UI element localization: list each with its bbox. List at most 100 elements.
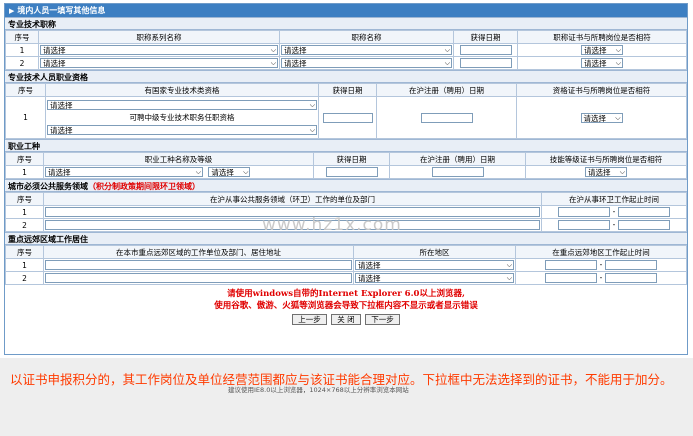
qualification-table: 序号 有国家专业技术类资格 获得日期 在沪注册（聘用）日期 资格证书与所聘岗位是… bbox=[5, 83, 687, 139]
row-number: 1 bbox=[5, 205, 44, 219]
title-series-select[interactable]: 请选择 ⌵ bbox=[40, 45, 278, 55]
title-series-select[interactable]: 请选择 ⌵ bbox=[40, 58, 278, 68]
section-title-public-service: 城市必须公共服务领域（积分制政策期间限环卫领域） bbox=[5, 179, 687, 192]
col-header: 职称系列名称 bbox=[38, 30, 280, 44]
col-header: 在沪从事环卫工作起止时间 bbox=[541, 192, 687, 206]
end-date-input[interactable] bbox=[617, 220, 670, 230]
table-row: 2 请选择 ⌵ - bbox=[5, 271, 687, 285]
start-date-input[interactable] bbox=[558, 220, 611, 230]
col-header: 技能等级证书与所聘岗位是否相符 bbox=[525, 152, 687, 166]
chevron-down-icon: ⌵ bbox=[270, 59, 276, 67]
start-date-input[interactable] bbox=[558, 207, 611, 217]
occupation-register-input[interactable] bbox=[431, 167, 484, 177]
col-header: 获得日期 bbox=[453, 30, 518, 44]
title-name-select[interactable]: 请选择 ⌵ bbox=[281, 58, 452, 68]
chevron-down-icon: ⌵ bbox=[309, 126, 315, 134]
col-header: 获得日期 bbox=[313, 152, 390, 166]
qualification-match-select[interactable]: 请选择 ⌵ bbox=[580, 112, 623, 123]
col-header: 在沪注册（聘用）日期 bbox=[389, 152, 526, 166]
close-button[interactable]: 关 闭 bbox=[331, 314, 361, 325]
qualification-name-select[interactable]: 请选择 ⌵ bbox=[47, 125, 317, 135]
col-header: 资格证书与所聘岗位是否相符 bbox=[516, 83, 687, 97]
row-number: 2 bbox=[5, 56, 39, 70]
chevron-down-icon: ⌵ bbox=[309, 101, 315, 109]
start-date-input[interactable] bbox=[545, 260, 598, 270]
chevron-down-icon: ⌵ bbox=[615, 59, 621, 67]
row-number: 1 bbox=[5, 43, 39, 57]
qualification-date-input[interactable] bbox=[322, 112, 373, 123]
obtained-date-input[interactable] bbox=[459, 58, 512, 68]
chevron-down-icon: ⌵ bbox=[195, 168, 201, 176]
footer: 以证书申报积分的，其工作岗位及单位经营范围都应与该证书能合理对应。下拉框中无法选… bbox=[0, 358, 693, 436]
form-title: 境内人员一填写其他信息 bbox=[17, 6, 106, 15]
professional-title-table: 序号 职称系列名称 职称名称 获得日期 职称证书与所聘岗位是否相符 1 请选择 ⌵… bbox=[5, 30, 687, 70]
form-title-bar: ▶ 境内人员一填写其他信息 bbox=[5, 4, 687, 17]
col-header: 在沪从事公共服务领域（环卫）工作的单位及部门 bbox=[43, 192, 542, 206]
register-date-input[interactable] bbox=[420, 112, 473, 123]
col-header: 职称证书与所聘岗位是否相符 bbox=[517, 30, 687, 44]
col-header: 序号 bbox=[5, 245, 44, 259]
title-name-select[interactable]: 请选择 ⌵ bbox=[281, 45, 452, 55]
table-row: 1 请选择 ⌵ 请选择 ⌵ 请选择 ⌵ bbox=[5, 43, 687, 57]
row-number: 1 bbox=[5, 96, 46, 139]
end-date-input[interactable] bbox=[604, 273, 657, 283]
chevron-down-icon: ⌵ bbox=[619, 168, 625, 176]
section-note: （积分制政策期间限环卫领域） bbox=[88, 182, 200, 191]
col-header: 序号 bbox=[5, 152, 44, 166]
end-date-input[interactable] bbox=[617, 207, 670, 217]
area-select[interactable]: 请选择 ⌵ bbox=[355, 273, 514, 283]
browser-notice: 请使用windows自带的Internet Explorer 6.0以上浏览器,… bbox=[214, 289, 478, 311]
col-header: 序号 bbox=[5, 192, 44, 206]
table-row: 1 请选择 ⌵ 可聘中级专业技术职务任职资格 请选择 ⌵ 请选择 ⌵ bbox=[5, 96, 687, 139]
occupation-name-select[interactable]: 请选择 ⌵ bbox=[45, 167, 203, 177]
col-header: 所在地区 bbox=[353, 245, 516, 259]
row-number: 1 bbox=[5, 165, 44, 179]
col-header: 获得日期 bbox=[318, 83, 377, 97]
occupation-match-select[interactable]: 请选择 ⌵ bbox=[585, 167, 627, 177]
chevron-down-icon: ⌵ bbox=[615, 46, 621, 54]
chevron-down-icon: ⌵ bbox=[270, 46, 276, 54]
browser-hint: 建议使用IE8.0以上浏览器，1024×768以上分辨率浏览本网站 bbox=[228, 386, 409, 394]
section-title-qualification: 专业技术人员职业资格 bbox=[5, 70, 687, 83]
button-bar: 上一步 关 闭 下一步 bbox=[5, 312, 687, 325]
table-row: 1 请选择 ⌵ - bbox=[5, 258, 687, 272]
table-row: 1 请选择 ⌵ 请选择 ⌵ 请选择 ⌵ bbox=[5, 165, 687, 179]
title-match-select[interactable]: 请选择 ⌵ bbox=[581, 58, 623, 68]
col-header: 在沪注册（聘用）日期 bbox=[376, 83, 517, 97]
chevron-down-icon: ⌵ bbox=[243, 168, 249, 176]
row-number: 2 bbox=[5, 271, 44, 285]
title-match-select[interactable]: 请选择 ⌵ bbox=[581, 45, 623, 55]
col-header: 在重点远郊地区工作起止时间 bbox=[515, 245, 687, 259]
watermark: www.hz1x.com bbox=[262, 215, 402, 235]
triangle-right-icon: ▶ bbox=[9, 7, 15, 15]
table-row: 2 请选择 ⌵ 请选择 ⌵ 请选择 ⌵ bbox=[5, 56, 687, 70]
row-number: 1 bbox=[5, 258, 44, 272]
col-header: 序号 bbox=[5, 30, 39, 44]
suburban-unit-input[interactable] bbox=[45, 273, 352, 283]
occupation-level-select[interactable]: 请选择 ⌵ bbox=[208, 167, 251, 177]
col-header: 有国家专业技术类资格 bbox=[45, 83, 319, 97]
qualification-category-select[interactable]: 请选择 ⌵ bbox=[47, 100, 317, 110]
end-date-input[interactable] bbox=[604, 260, 657, 270]
chevron-down-icon: ⌵ bbox=[506, 274, 512, 282]
col-header: 职称名称 bbox=[279, 30, 454, 44]
occupation-table: 序号 职业工种名称及等级 获得日期 在沪注册（聘用）日期 技能等级证书与所聘岗位… bbox=[5, 152, 687, 179]
occupation-date-input[interactable] bbox=[325, 167, 378, 177]
section-title-professional-title: 专业技术职称 bbox=[5, 17, 687, 30]
chevron-down-icon: ⌵ bbox=[444, 46, 450, 54]
obtained-date-input[interactable] bbox=[459, 45, 512, 55]
col-header: 在本市重点远郊区域的工作单位及部门、居住地址 bbox=[43, 245, 354, 259]
suburban-table: 序号 在本市重点远郊区域的工作单位及部门、居住地址 所在地区 在重点远郊地区工作… bbox=[5, 245, 687, 285]
prev-step-button[interactable]: 上一步 bbox=[292, 314, 327, 325]
chevron-down-icon: ⌵ bbox=[444, 59, 450, 67]
next-step-button[interactable]: 下一步 bbox=[365, 314, 400, 325]
form-frame: ▶ 境内人员一填写其他信息 专业技术职称 序号 职称系列名称 职称名称 获得日期 … bbox=[4, 3, 688, 355]
col-header: 职业工种名称及等级 bbox=[43, 152, 314, 166]
suburban-unit-input[interactable] bbox=[45, 260, 352, 270]
row-number: 2 bbox=[5, 218, 44, 232]
chevron-down-icon: ⌵ bbox=[506, 261, 512, 269]
section-title-occupation: 职业工种 bbox=[5, 139, 687, 152]
start-date-input[interactable] bbox=[545, 273, 598, 283]
area-select[interactable]: 请选择 ⌵ bbox=[355, 260, 514, 270]
chevron-down-icon: ⌵ bbox=[615, 113, 621, 122]
